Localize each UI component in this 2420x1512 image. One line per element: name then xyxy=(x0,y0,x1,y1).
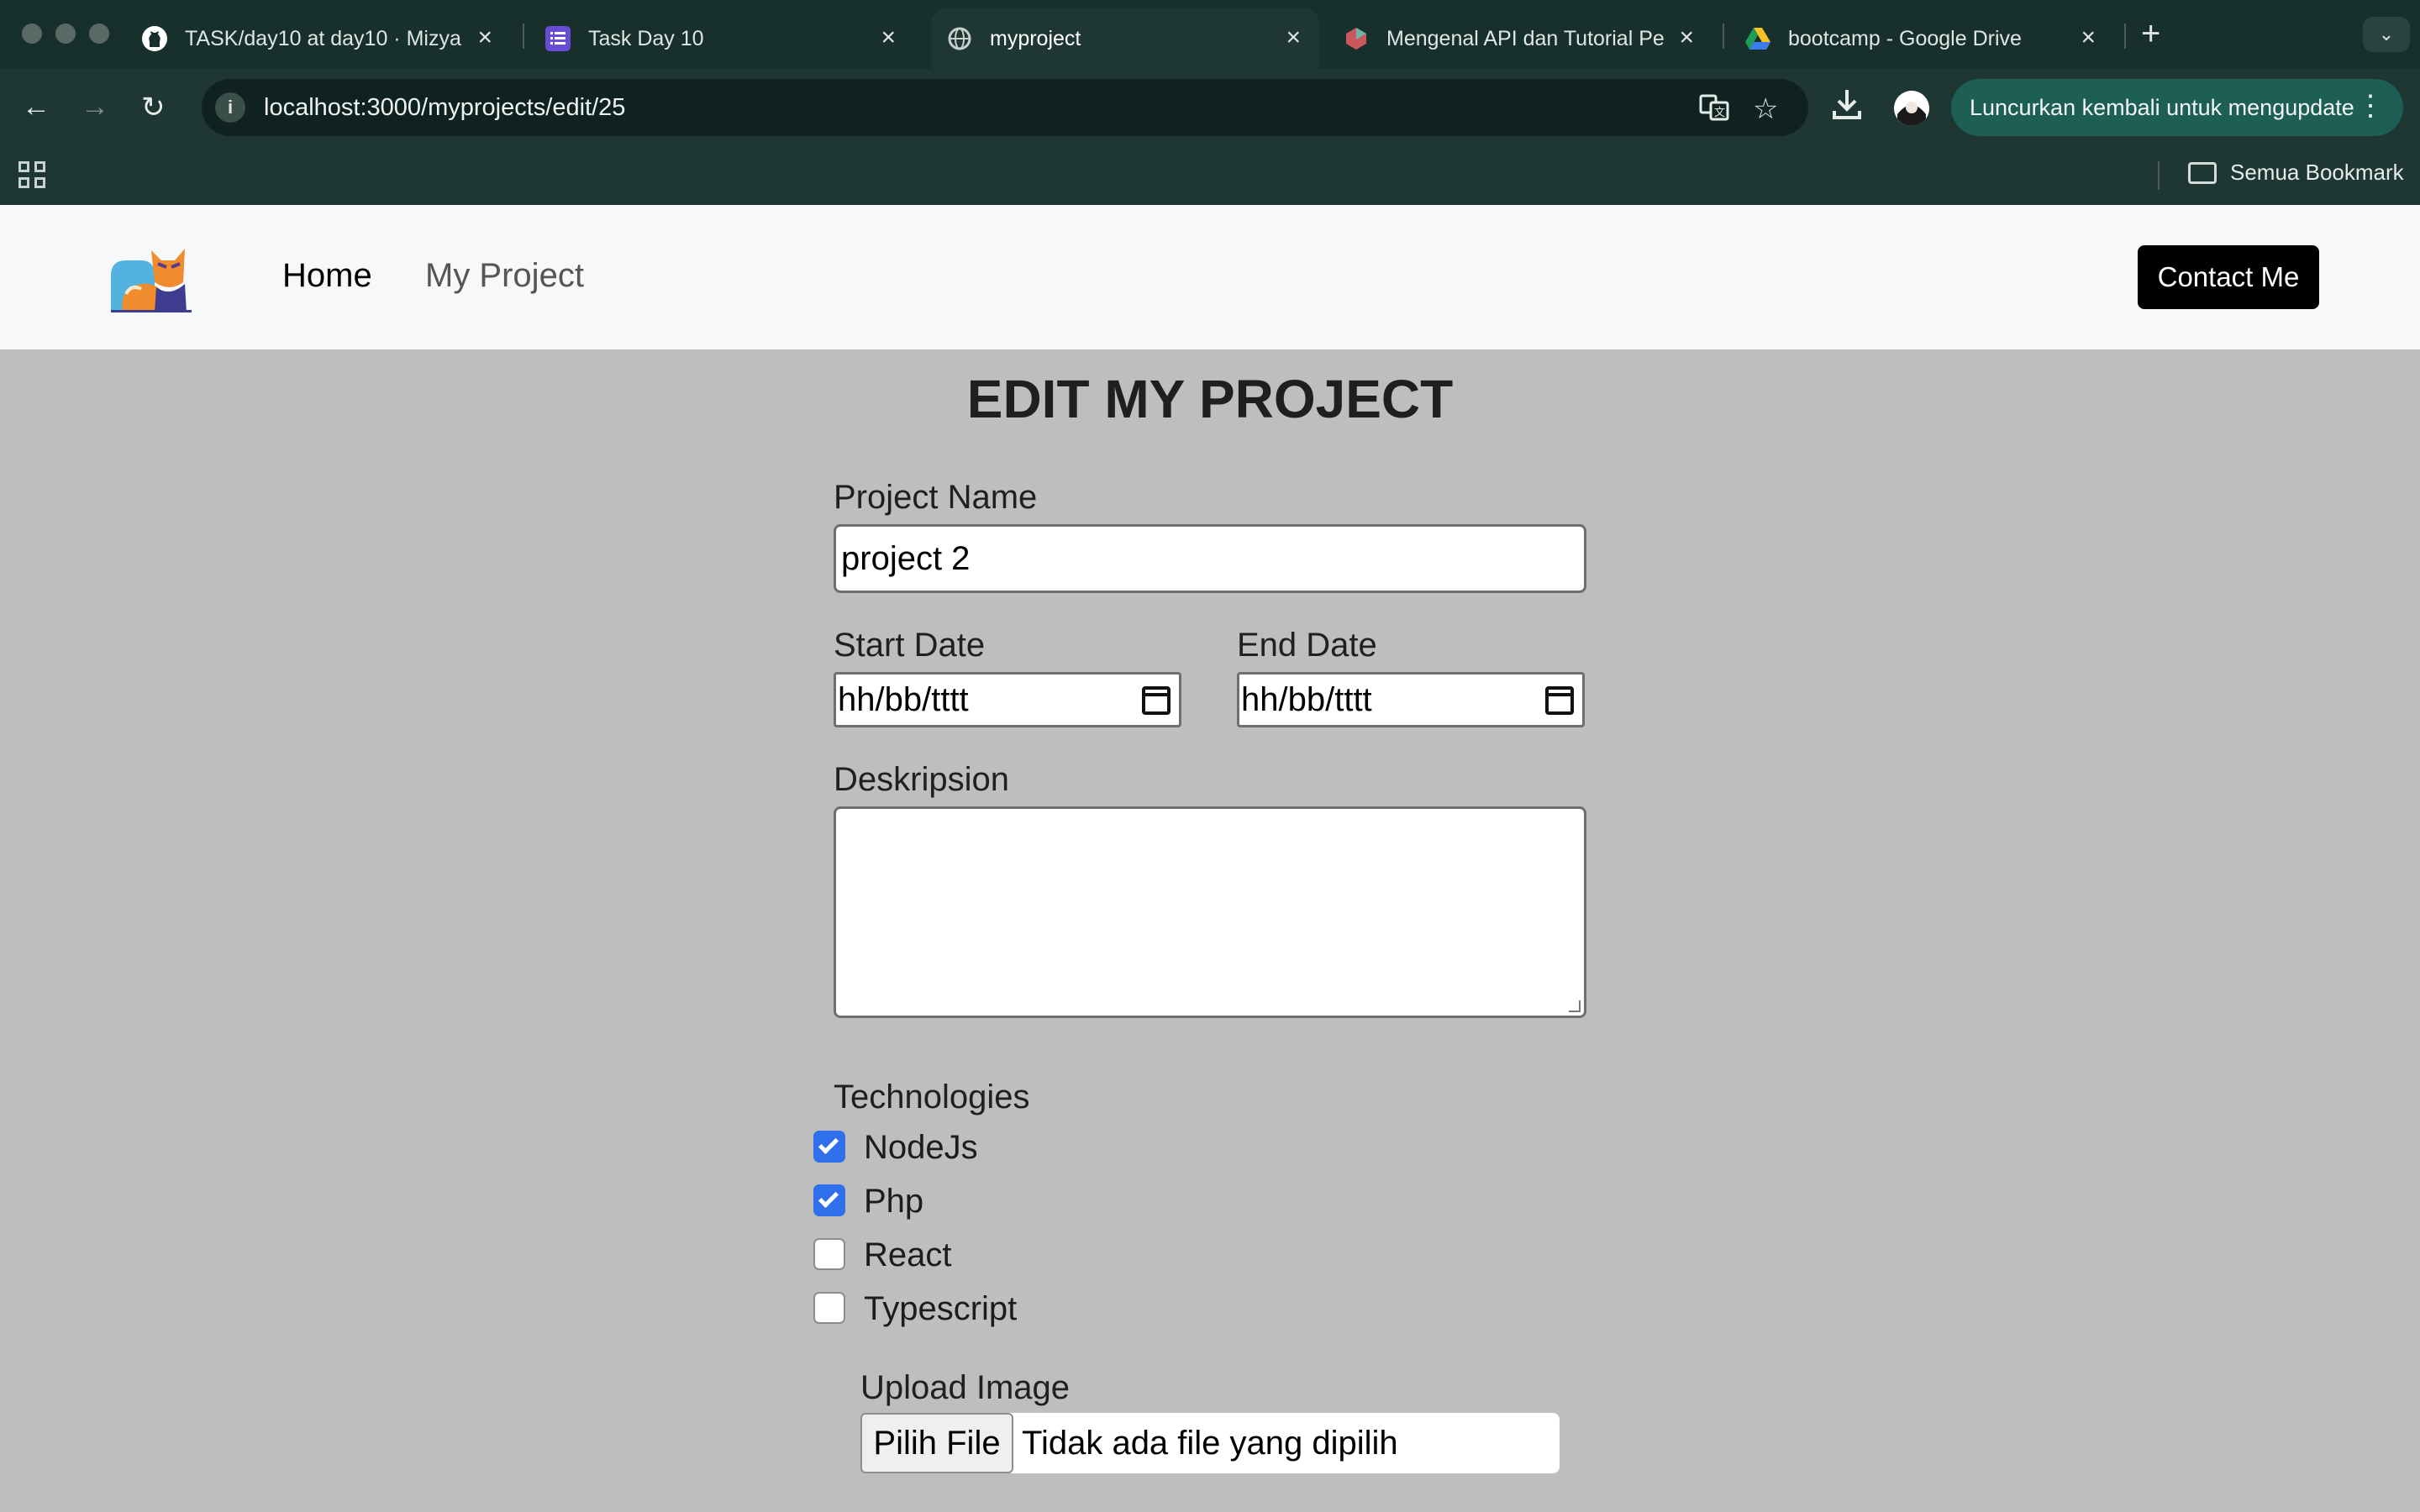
start-date-value: hh/bb/tttt xyxy=(838,680,969,718)
end-date-label: End Date xyxy=(1237,627,1377,664)
close-icon[interactable]: × xyxy=(1286,25,1301,50)
all-bookmarks-button[interactable]: Semua Bookmark xyxy=(2188,160,2404,186)
drive-icon xyxy=(1744,25,1771,52)
typescript-checkbox[interactable] xyxy=(813,1292,845,1324)
end-date-input[interactable]: hh/bb/tttt xyxy=(1237,672,1585,727)
checkmark-icon xyxy=(818,1133,839,1155)
start-date-label: Start Date xyxy=(834,627,986,664)
description-textarea[interactable] xyxy=(834,806,1586,1018)
svg-text:文: 文 xyxy=(1714,107,1725,119)
close-icon[interactable]: × xyxy=(1679,25,1694,50)
update-label: Luncurkan kembali untuk mengupdate xyxy=(1970,94,2354,120)
resize-handle[interactable] xyxy=(1569,1000,1581,1012)
nav-home-link[interactable]: Home xyxy=(282,257,372,295)
tab-title: Task Day 10 xyxy=(588,26,704,50)
calendar-icon[interactable] xyxy=(1142,686,1171,715)
github-icon xyxy=(141,25,168,52)
end-date-value: hh/bb/tttt xyxy=(1241,680,1372,718)
address-bar[interactable]: i localhost:3000/myprojects/edit/25 文 ☆ xyxy=(202,79,1808,136)
tab-title: TASK/day10 at day10 · Mizyal xyxy=(185,26,462,50)
site-icon xyxy=(1343,25,1370,52)
tasks-icon xyxy=(544,25,571,52)
tab-divider xyxy=(1723,24,1724,49)
php-checkbox[interactable] xyxy=(813,1184,845,1216)
more-menu-icon[interactable]: ⋮ xyxy=(2356,89,2385,123)
tab-myproject[interactable]: myproject × xyxy=(931,8,1319,69)
tab-search-chevron-icon[interactable]: ⌄ xyxy=(2363,17,2410,52)
bookmark-label: Semua Bookmark xyxy=(2230,160,2404,185)
site-navbar: Home My Project Contact Me xyxy=(0,205,2420,349)
translate-icon[interactable]: 文 xyxy=(1699,92,1729,130)
relaunch-update-button[interactable]: Luncurkan kembali untuk mengupdate ⋮ xyxy=(1951,79,2403,136)
apps-grid-icon[interactable] xyxy=(18,161,45,188)
checkmark-icon xyxy=(818,1187,839,1209)
forward-arrow-icon[interactable]: → xyxy=(81,91,109,123)
nodejs-label: NodeJs xyxy=(864,1129,978,1166)
tab-divider xyxy=(523,24,524,49)
tab-task-day-10[interactable]: Task Day 10 × xyxy=(544,8,914,69)
tab-google-drive[interactable]: bootcamp - Google Drive × xyxy=(1744,8,2114,69)
back-arrow-icon[interactable]: ← xyxy=(22,91,50,123)
tab-strip: TASK/day10 at day10 · Mizyal × Task Day … xyxy=(0,0,2420,69)
choose-file-button[interactable]: Pilih File xyxy=(860,1413,1013,1473)
tab-title: bootcamp - Google Drive xyxy=(1788,26,2022,50)
page-title: EDIT MY PROJECT xyxy=(966,369,1454,429)
project-name-value: project 2 xyxy=(841,539,971,577)
php-label: Php xyxy=(864,1183,924,1220)
tab-title: myproject xyxy=(990,26,1081,50)
download-icon[interactable] xyxy=(1832,87,1862,129)
technologies-label: Technologies xyxy=(834,1079,1030,1116)
nodejs-checkbox[interactable] xyxy=(813,1131,845,1163)
close-icon[interactable]: × xyxy=(2081,25,2096,50)
folder-icon xyxy=(2188,161,2217,184)
tab-title: Mengenal API dan Tutorial Pe xyxy=(1386,26,1664,50)
url-text[interactable]: localhost:3000/myprojects/edit/25 xyxy=(264,94,625,122)
browser-chrome: TASK/day10 at day10 · Mizyal × Task Day … xyxy=(0,0,2420,205)
new-tab-button[interactable]: + xyxy=(2141,15,2160,53)
description-label: Deskripsion xyxy=(834,761,1009,798)
bookmark-divider xyxy=(2158,161,2160,190)
nav-my-project-link[interactable]: My Project xyxy=(425,257,584,295)
react-label: React xyxy=(864,1236,952,1273)
upload-image-label: Upload Image xyxy=(860,1369,1071,1406)
close-icon[interactable]: × xyxy=(881,25,896,50)
window-minimize-control[interactable] xyxy=(55,24,76,44)
window-zoom-control[interactable] xyxy=(89,24,109,44)
tab-mengenal-api[interactable]: Mengenal API dan Tutorial Pe × xyxy=(1343,8,1712,69)
close-icon[interactable]: × xyxy=(477,25,492,50)
tab-divider xyxy=(2124,24,2126,49)
project-name-label: Project Name xyxy=(834,479,1038,516)
reload-icon[interactable]: ↻ xyxy=(141,91,166,124)
window-close-control[interactable] xyxy=(22,24,42,44)
tab-github[interactable]: TASK/day10 at day10 · Mizyal × xyxy=(141,8,511,69)
typescript-label: Typescript xyxy=(864,1290,1018,1327)
cat-logo-icon[interactable] xyxy=(108,242,192,315)
project-name-input[interactable]: project 2 xyxy=(834,524,1586,593)
file-status-text: Tidak ada file yang dipilih xyxy=(1022,1425,1398,1462)
contact-me-button[interactable]: Contact Me xyxy=(2138,245,2319,309)
bookmark-star-icon[interactable]: ☆ xyxy=(1753,92,1778,126)
file-upload-field[interactable]: Pilih File Tidak ada file yang dipilih xyxy=(860,1413,1560,1473)
site-info-icon[interactable]: i xyxy=(215,92,245,123)
globe-icon xyxy=(946,25,973,52)
calendar-icon[interactable] xyxy=(1545,686,1574,715)
start-date-input[interactable]: hh/bb/tttt xyxy=(834,672,1181,727)
profile-avatar-icon[interactable] xyxy=(1894,91,1929,126)
react-checkbox[interactable] xyxy=(813,1238,845,1270)
